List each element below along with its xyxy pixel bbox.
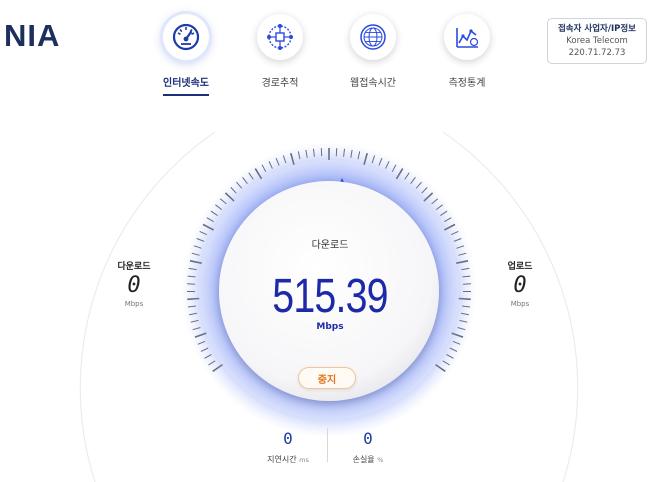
stop-button[interactable]: 중지 bbox=[298, 367, 356, 389]
gauge-mode-label: 다운로드 bbox=[311, 240, 349, 251]
download-value: 0 bbox=[127, 273, 141, 298]
latency-unit: ms bbox=[299, 456, 309, 464]
download-result: 다운로드 0 Mbps bbox=[104, 259, 164, 308]
upload-value: 0 bbox=[513, 273, 527, 298]
latency-metric: 0 지연시간 ms bbox=[248, 430, 328, 465]
upload-unit: Mbps bbox=[510, 300, 530, 308]
upload-label: 업로드 bbox=[507, 262, 533, 272]
loss-metric: 0 손실율 % bbox=[328, 430, 408, 465]
current-speed: 515.39 bbox=[272, 270, 388, 323]
loss-label: 손실율 bbox=[352, 455, 375, 464]
upload-result: 업로드 0 Mbps bbox=[490, 259, 550, 308]
loss-label-row: 손실율 % bbox=[328, 454, 408, 465]
current-speed-unit: Mbps bbox=[316, 322, 344, 332]
loss-value: 0 bbox=[363, 429, 373, 448]
latency-value: 0 bbox=[283, 429, 293, 448]
download-label: 다운로드 bbox=[117, 262, 151, 272]
latency-label-row: 지연시간 ms bbox=[248, 454, 328, 465]
loss-unit: % bbox=[377, 456, 384, 464]
latency-label: 지연시간 bbox=[267, 455, 297, 464]
download-unit: Mbps bbox=[124, 300, 144, 308]
